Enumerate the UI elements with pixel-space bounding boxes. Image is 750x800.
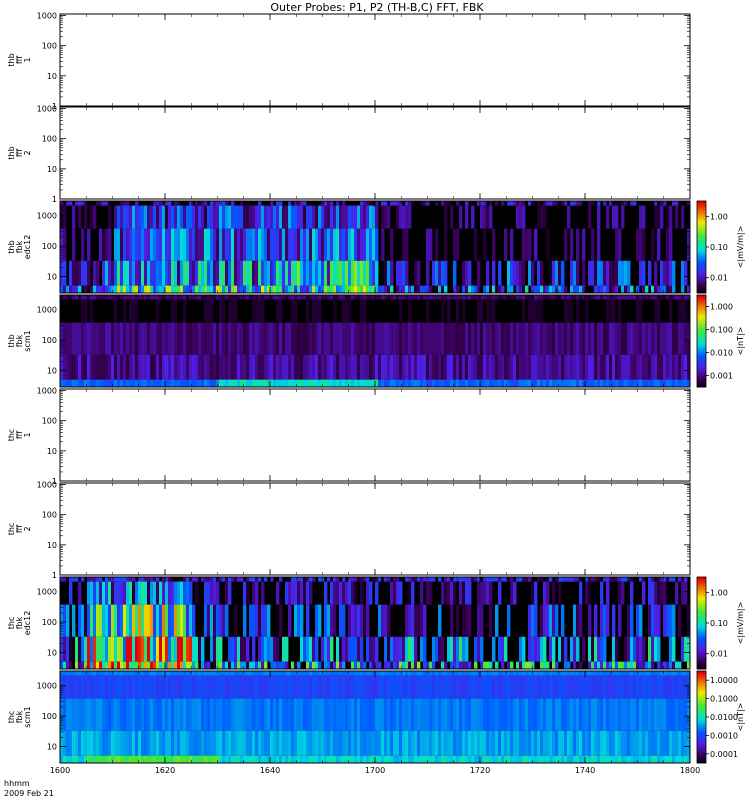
panel-label-line: 1 (23, 432, 32, 437)
figure-title: Outer Probes: P1, P2 (TH-B,C) FFT, FBK (270, 1, 484, 14)
panel-thc-fff-1: 1 10 100 1000 thc fff 1 (7, 387, 691, 486)
colorbar-label: <|mV/m|> (736, 226, 745, 269)
x-tick-label: 1640 (260, 766, 280, 775)
colorbar-tick-label: 0.100 (710, 326, 733, 335)
y-tick-label: 1000 (37, 12, 57, 21)
y-tick-label: 1000 (37, 682, 57, 691)
y-tick-label: 100 (42, 417, 57, 426)
colorbar-tick-label: 0.001 (710, 372, 733, 381)
colorbar-tick-label: 1.00 (710, 588, 728, 597)
x-tick-label: 1800 (680, 766, 700, 775)
colorbar-label: <|mV/m|> (736, 602, 745, 645)
y-axis: 1101001000 (37, 12, 690, 111)
y-tick-label: 10 (47, 165, 57, 174)
x-tick-label: 1620 (155, 766, 175, 775)
colorbar-tick-label: 1.000 (710, 303, 733, 312)
y-tick-label: 1000 (37, 387, 57, 396)
panel-label: thb fff 1 (7, 53, 32, 66)
colorbar-label: <|nT|> (736, 703, 745, 732)
date-label: 2009 Feb 21 (4, 789, 54, 798)
spectrogram-figure: Outer Probes: P1, P2 (TH-B,C) FFT, FBK 1… (4, 1, 745, 798)
panel-label-line: scm1 (23, 330, 32, 351)
y-tick-label: 10 (47, 447, 57, 456)
colorbar-tick-label: 0.01 (710, 650, 728, 659)
y-tick-label: 100 (42, 135, 57, 144)
colorbar: 1.00 0.10 0.01 <|mV/m|> (696, 576, 745, 670)
x-tick-label: 1700 (365, 766, 385, 775)
x-axis (59, 389, 691, 481)
colorbar: 1.000 0.100 0.010 0.001 <|nT|> (696, 294, 745, 388)
panel-label-line: 2 (23, 150, 32, 155)
panel-thb-fff-1: 1 10 100 1000 thb fff 1 (7, 12, 691, 111)
panel-label: thc fff 1 (7, 429, 32, 442)
panel-label: thc fbk scm1 (7, 706, 32, 727)
x-axis (59, 107, 691, 199)
y-axis: 1 10 100 1000 (37, 105, 690, 204)
y-tick-label: 10 (47, 366, 57, 375)
colorbar-tick-label: 1.00 (710, 212, 728, 221)
y-tick-label: 10 (47, 541, 57, 550)
panels: 1101001000thb fff 11101001000thb fff 21.000.… (7, 12, 745, 775)
y-tick-label: 1000 (37, 212, 57, 221)
y-tick-label: 1000 (37, 105, 57, 114)
y-tick-label: 100 (42, 42, 57, 51)
y-tick-label: 1000 (37, 306, 57, 315)
y-axis: 1101001000 (37, 387, 690, 486)
colorbar: 1.00 0.10 0.01 <|mV/m|> (696, 200, 745, 294)
y-tick-label: 100 (42, 712, 57, 721)
y-tick-label: 100 (42, 618, 57, 627)
y-tick-label: 100 (42, 336, 57, 345)
colorbar-tick-label: 0.0100 (710, 713, 738, 722)
panel-frame (59, 106, 691, 200)
panel-label: thb fbk edc12 (7, 235, 32, 260)
panel-label-line: scm1 (23, 706, 32, 727)
panel-label-line: 1 (23, 57, 32, 62)
y-tick-label: 100 (42, 242, 57, 251)
panel-frame (59, 388, 691, 482)
time-axis-label: hhmm (4, 779, 30, 788)
panel-label: thb fff 2 (7, 146, 32, 159)
y-axis: 1 10 100 1000 (37, 481, 690, 580)
y-tick-label: 10 (47, 72, 57, 81)
y-tick-label: 10 (47, 648, 57, 657)
colorbar-tick-label: 0.10 (710, 619, 728, 628)
x-tick-label: 1720 (470, 766, 490, 775)
colorbar-tick-label: 1.0000 (710, 676, 738, 685)
panel-frame (59, 482, 691, 576)
panel-label: thc fff 2 (7, 523, 32, 536)
colorbar: 1.0000 0.1000 0.0100 0.0010 0.0001 <|nT|> (696, 670, 745, 764)
y-tick-label: 10 (47, 742, 57, 751)
panel-label: thb fbk scm1 (7, 330, 32, 351)
colorbar-tick-label: 0.01 (710, 274, 728, 283)
panel-thc-fff-2: 1 10 100 1000 thc fff 2 (7, 481, 691, 580)
colorbar-tick-label: 0.1000 (710, 695, 738, 704)
y-tick-label: 1000 (37, 588, 57, 597)
x-axis (59, 483, 691, 575)
colorbar-tick-label: 0.10 (710, 243, 728, 252)
panel-label: thc fbk edc12 (7, 611, 32, 636)
panel-thb-fff-2: 1 10 100 1000 thb fff 2 (7, 105, 691, 204)
y-tick-label: 1000 (37, 481, 57, 490)
y-tick-label: 10 (47, 272, 57, 281)
y-tick-label: 1 (52, 195, 57, 204)
panel-thb-fbk-scm1: 1.000 0.100 0.010 0.001 <|nT|> 10 100 1000 thb fb… (7, 294, 745, 388)
panel-thb-fbk-edc12: 1.00 0.10 0.01 <|mV/m|> 10 100 1000 thb fbk edc12 (7, 200, 745, 294)
x-axis (59, 14, 691, 106)
panel-label-line: edc12 (23, 235, 32, 260)
panel-thc-fbk-scm1: 1.0000 0.1000 0.0100 0.0010 0.0001 <|nT|> 10 10… (7, 670, 745, 775)
x-tick-label: 1600 (50, 766, 70, 775)
y-tick-label: 1 (52, 571, 57, 580)
colorbar-tick-label: 0.0010 (710, 731, 738, 740)
panel-thc-fbk-edc12: 1.00 0.10 0.01 <|mV/m|> 10 100 1000 thc fbk edc12 (7, 576, 745, 670)
colorbar-tick-label: 0.010 (710, 349, 733, 358)
spectrogram-cells (60, 671, 691, 763)
x-tick-label: 1740 (575, 766, 595, 775)
colorbar-label: <|nT|> (736, 327, 745, 356)
colorbar-tick-label: 0.0001 (710, 750, 738, 759)
panel-label-line: edc12 (23, 611, 32, 636)
y-tick-label: 100 (42, 511, 57, 520)
panel-label-line: 2 (23, 526, 32, 531)
panel-frame (59, 13, 691, 107)
